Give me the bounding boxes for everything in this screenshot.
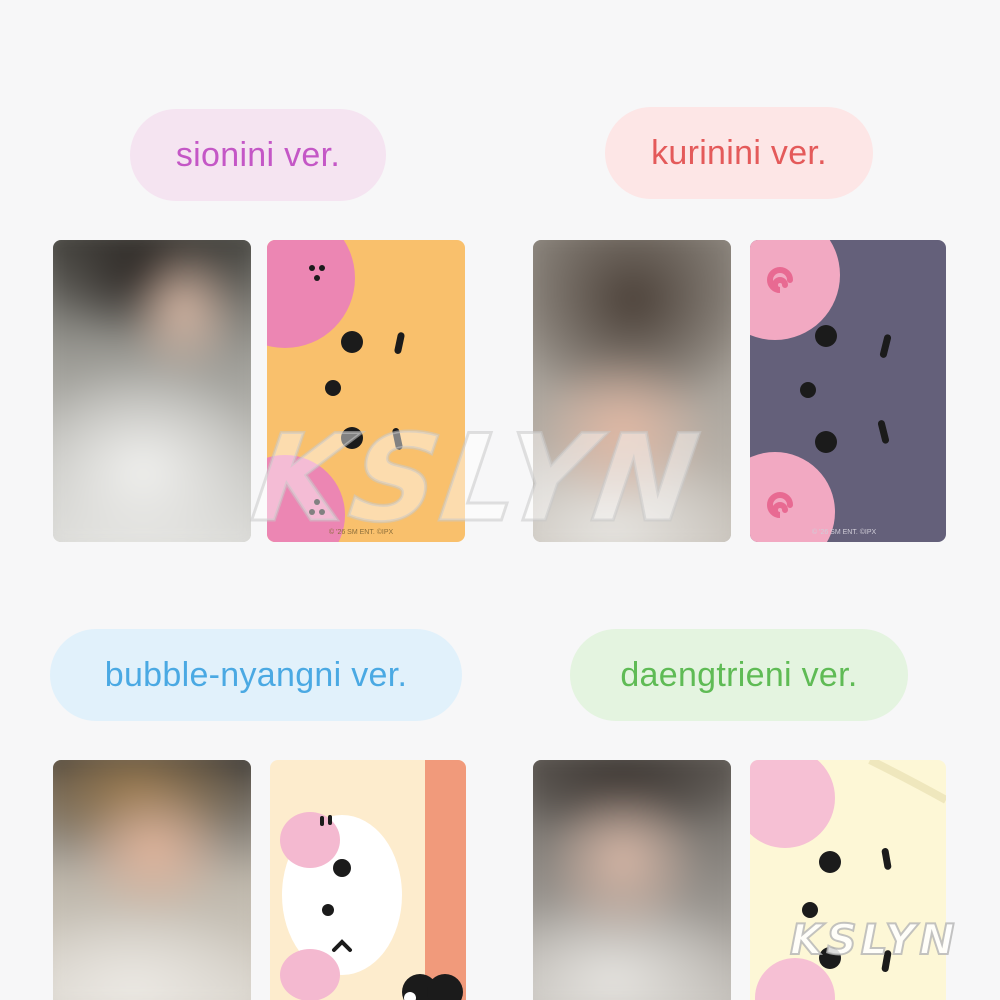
photocard-back-kurinini: © '26 SM ENT. ©IPX: [750, 240, 946, 542]
copyright-text: © '26 SM ENT. ©IPX: [812, 528, 877, 536]
photocard-front-sionini: [53, 240, 251, 542]
blurred-photo: [533, 760, 731, 1000]
photocard-back-daengtrieni: [750, 760, 946, 1000]
photocard-front-daengtrieni: [533, 760, 731, 1000]
version-label: daengtrieni ver.: [620, 655, 858, 694]
blurred-photo: [53, 240, 251, 542]
version-pill-sionini: sionini ver.: [130, 109, 386, 201]
version-pill-bubble-nyangni: bubble-nyangni ver.: [50, 629, 462, 721]
version-label: bubble-nyangni ver.: [104, 655, 408, 694]
version-label: sionini ver.: [175, 135, 341, 174]
blurred-photo: [53, 760, 251, 1000]
watermark: KSLYN: [244, 409, 711, 551]
version-pill-daengtrieni: daengtrieni ver.: [570, 629, 908, 721]
version-pill-kurinini: kurinini ver.: [605, 107, 873, 199]
version-label: kurinini ver.: [651, 133, 827, 172]
photocard-back-bubble-nyangni: [270, 760, 466, 1000]
watermark-small: KSLYN: [789, 914, 959, 965]
photocard-front-bubble-nyangni: [53, 760, 251, 1000]
